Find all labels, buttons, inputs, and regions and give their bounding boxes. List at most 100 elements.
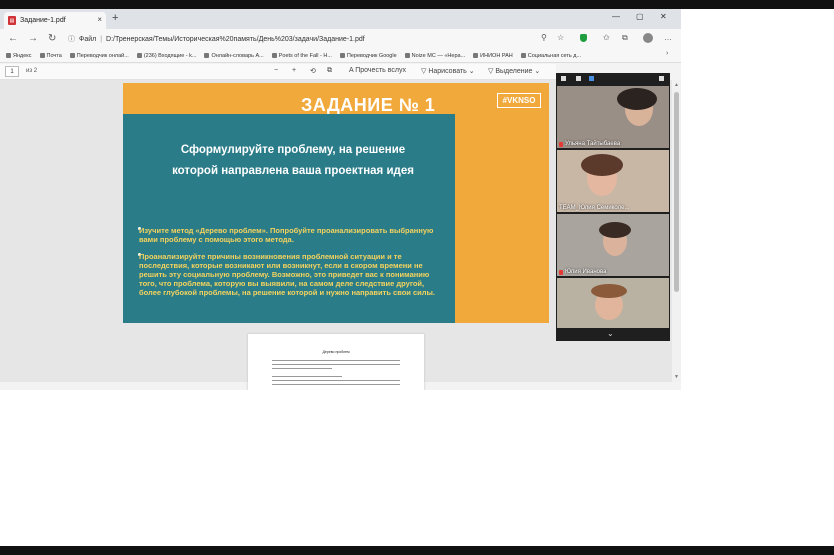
tab-title: Задание-1.pdf (20, 17, 66, 24)
text-line (272, 360, 400, 361)
bookmark-label: Noize MC — «Нера... (411, 52, 466, 59)
highlight-label: Выделение (495, 68, 533, 75)
participant-name-text: Ульяна Тайтыбаева (565, 141, 621, 147)
zoom-icon[interactable]: ⚲ (541, 33, 547, 42)
bookmark-icon (404, 53, 410, 58)
participant-name: Ульяна Тайтыбаева (559, 141, 620, 147)
video-tile-4[interactable] (557, 278, 669, 328)
back-icon[interactable]: ← (8, 33, 18, 44)
slide-page: ЗАДАНИЕ № 1 #VKNSO Сформулируйте проблем… (123, 83, 549, 323)
forward-icon[interactable]: → (28, 33, 38, 44)
minimize-button[interactable]: — (612, 12, 620, 21)
text-line (272, 380, 400, 381)
participant-name: TEAM_Юлия Семиколе... (559, 205, 629, 211)
bookmark-icon (6, 53, 11, 58)
bookmark-label: Социальная сеть д... (527, 52, 582, 59)
maximize-button[interactable]: ▢ (636, 12, 644, 21)
vertical-scrollbar[interactable]: ▲ ▼ (672, 80, 681, 382)
read-aloud-icon: A (349, 67, 354, 74)
text-line (272, 368, 332, 369)
tab-close-icon[interactable]: × (97, 15, 102, 24)
tab-pdf[interactable]: ▤ Задание-1.pdf × (4, 12, 106, 29)
browser-window: ▤ Задание-1.pdf × + — ▢ ✕ ← → ↻ ⓘ Файл |… (0, 9, 681, 390)
scrollbar-thumb[interactable] (674, 92, 679, 292)
chevron-down-icon: ⌄ (468, 68, 475, 75)
bookmark-label: (236) Входящие - k... (143, 52, 197, 59)
pdf-file-icon: ▤ (8, 16, 16, 25)
bookmark-label: ИНИОН РАН (480, 52, 513, 59)
new-tab-button[interactable]: + (112, 12, 118, 24)
profile-avatar-icon[interactable] (643, 33, 653, 43)
text-line (272, 384, 400, 385)
bookmark-label: Почта (46, 52, 62, 59)
scroll-up-icon[interactable]: ▲ (674, 82, 679, 88)
zoom-in-button[interactable]: + (292, 67, 296, 74)
pdf-page-2: Дерево проблем (248, 334, 424, 390)
slide-heading: Сформулируйте проблему, на решение котор… (133, 140, 453, 182)
mic-muted-icon (559, 141, 563, 147)
address-separator: | (100, 35, 103, 43)
favorites-icon[interactable]: ✩ (603, 33, 610, 42)
speaker-view-icon[interactable] (589, 76, 594, 81)
bookmark-icon (69, 53, 75, 58)
bookmark-item[interactable]: Онлайн-словарь А... (204, 53, 264, 59)
fit-page-icon[interactable]: ⟲ (310, 67, 316, 75)
highlight-icon: ▽ (488, 68, 494, 75)
highlight-button[interactable]: ▽ Выделение ⌄ (488, 67, 540, 75)
address-bar[interactable]: ⓘ Файл | D:/Тренерская/Темы/Историческая… (68, 32, 578, 46)
collections-icon[interactable]: ⧉ (622, 33, 628, 43)
zoom-out-button[interactable]: − (274, 67, 278, 74)
bookmark-item[interactable]: Социальная сеть д... (520, 52, 582, 59)
bookmark-icon (473, 53, 479, 58)
bookmarks-bar: Яндекс Почта Переводчик онлай... (236) В… (0, 49, 681, 63)
participant-hair (581, 154, 623, 176)
hashtag-badge: #VKNSO (497, 93, 541, 108)
participant-name-text: TEAM_Юлия Семиколе... (559, 205, 630, 211)
video-tile-3[interactable]: Юлия Иванова (557, 214, 669, 276)
slide-panel: Сформулируйте проблему, на решение котор… (123, 114, 455, 323)
read-aloud-label: Прочесть вслух (355, 67, 406, 74)
bookmark-item[interactable]: Переводчик онлай... (69, 53, 129, 59)
info-icon: ⓘ (68, 36, 75, 43)
video-tile-1[interactable]: Ульяна Тайтыбаева (557, 86, 669, 148)
bookmark-icon (339, 53, 345, 58)
bookmark-label: Poets of the Fall - H... (278, 52, 332, 59)
bookmark-item[interactable]: Переводчик Google (339, 52, 397, 59)
refresh-icon[interactable]: ↻ (48, 33, 56, 44)
grid-view-icon[interactable] (561, 76, 566, 81)
slide-title: ЗАДАНИЕ № 1 (301, 95, 436, 115)
favorite-star-icon[interactable]: ☆ (557, 33, 564, 42)
bookmark-item[interactable]: Яндекс (6, 53, 32, 59)
bookmark-icon (271, 53, 277, 58)
bookmark-label: Переводчик Google (346, 52, 397, 59)
participant-name-text: Юлия Иванова (565, 269, 607, 275)
bookmark-icon (136, 53, 142, 58)
bookmark-item[interactable]: (236) Входящие - k... (136, 52, 197, 59)
draw-button[interactable]: ▽ Нарисовать ⌄ (421, 67, 475, 75)
text-line (272, 376, 342, 377)
slide-bullet-2: Проанализируйте причины возникновения пр… (139, 252, 436, 297)
shield-extension-icon[interactable] (580, 34, 587, 42)
minimize-panel-icon[interactable] (659, 76, 664, 81)
more-menu-icon[interactable]: … (664, 33, 672, 42)
bookmark-item[interactable]: Почта (39, 52, 62, 59)
bookmark-item[interactable]: Poets of the Fall - H... (271, 52, 332, 59)
bookmark-item[interactable]: Noize MC — «Нера... (404, 52, 466, 59)
address-url: D:/Тренерская/Темы/Историческая%20память… (106, 35, 365, 43)
bookmark-item[interactable]: ИНИОН РАН (473, 53, 513, 59)
bookmarks-more-icon[interactable]: › (666, 50, 668, 57)
read-aloud-button[interactable]: A Прочесть вслух (349, 67, 406, 74)
page-number-input[interactable]: 1 (5, 66, 19, 77)
close-window-button[interactable]: ✕ (660, 12, 667, 21)
layout-icon[interactable] (576, 76, 581, 81)
rotate-icon[interactable]: ⧉ (327, 67, 332, 75)
chevron-down-icon[interactable]: ⌄ (607, 329, 614, 338)
screen-bottom-bar (0, 546, 834, 555)
scroll-down-icon[interactable]: ▼ (674, 374, 679, 380)
participant-hair (591, 284, 627, 298)
bookmark-label: Яндекс (13, 52, 32, 59)
pdf-toolbar: 1 из 2 − + ⟲ ⧉ A Прочесть вслух ▽ Нарисо… (0, 64, 556, 80)
video-tile-2[interactable]: TEAM_Юлия Семиколе... (557, 150, 669, 212)
participant-hair (599, 222, 631, 238)
text-line (272, 364, 400, 365)
